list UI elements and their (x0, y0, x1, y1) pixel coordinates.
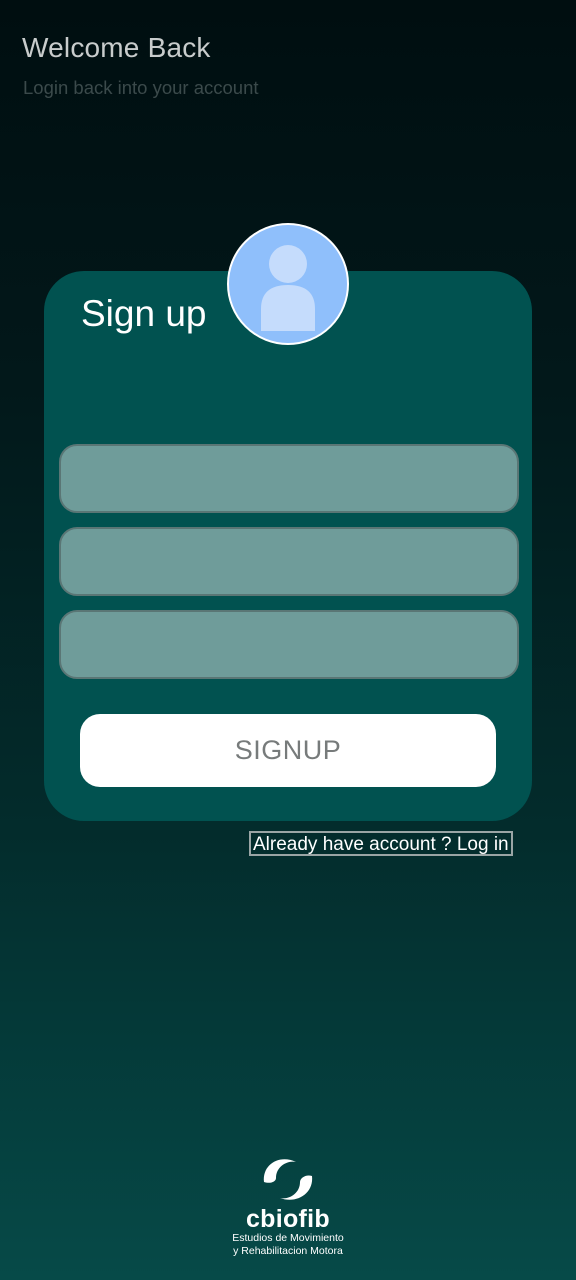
user-silhouette-icon (261, 245, 315, 331)
signup-button[interactable]: SIGNUP (80, 714, 496, 787)
logo-tagline-line2: y Rehabilitacion Motora (233, 1245, 343, 1257)
page-subtitle: Login back into your account (23, 77, 259, 98)
signup-field-3[interactable] (59, 610, 519, 679)
signup-field-2[interactable] (59, 527, 519, 596)
cbiofib-logo-icon (263, 1159, 313, 1200)
cbiofib-logo: cbiofib Estudios de Movimiento y Rehabil… (210, 1152, 366, 1272)
logo-name: cbiofib (245, 1205, 331, 1233)
login-link[interactable]: Already have account ? Log in (249, 831, 513, 856)
signup-field-1[interactable] (59, 444, 519, 513)
page-title: Welcome Back (22, 32, 211, 63)
signup-card-title: Sign up (81, 293, 207, 334)
user-avatar-icon (227, 223, 349, 345)
logo-tagline-line1: Estudios de Movimiento (232, 1232, 344, 1244)
